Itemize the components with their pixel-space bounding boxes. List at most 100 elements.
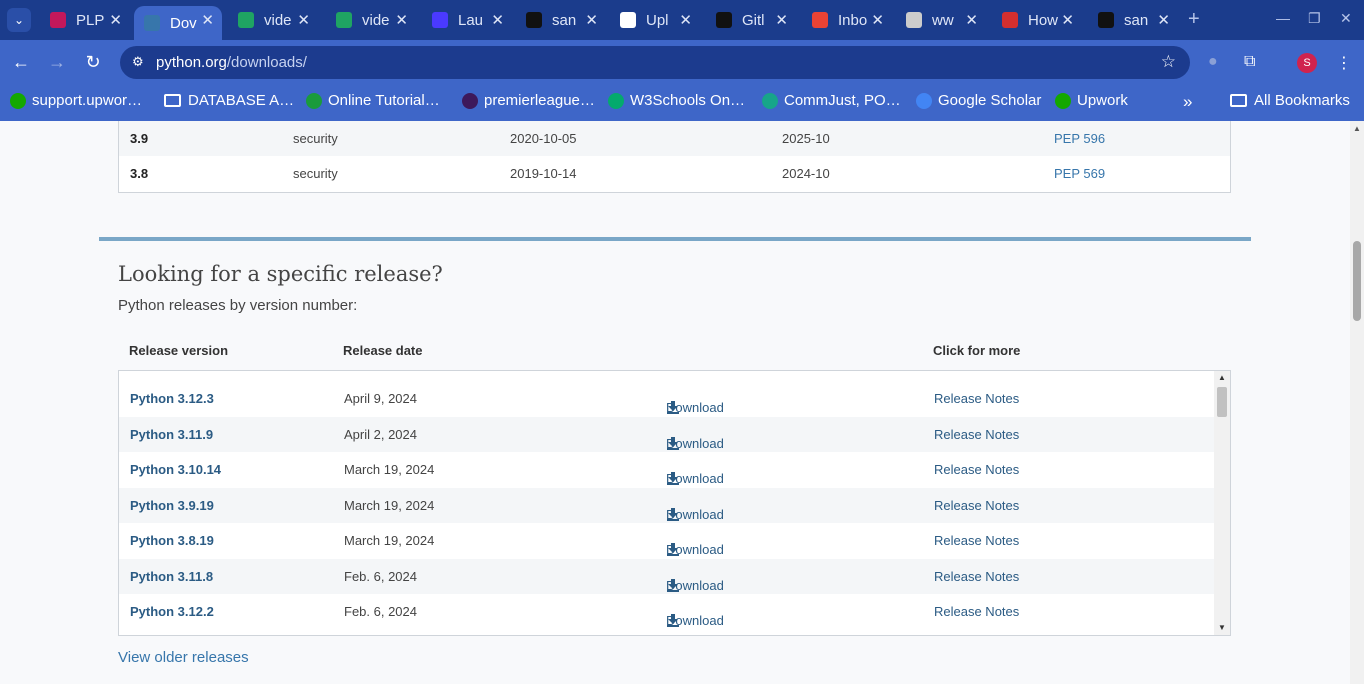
tab-close-icon[interactable]: ✕ xyxy=(109,11,122,29)
browser-tab[interactable]: san ✕ xyxy=(1088,6,1178,34)
tab-title: Upl xyxy=(646,11,669,29)
bookmark-item[interactable]: Online Tutorial… xyxy=(306,92,440,109)
profile-avatar[interactable]: S xyxy=(1297,53,1317,73)
tab-close-icon[interactable]: ✕ xyxy=(679,11,692,29)
bookmark-label: support.upwor… xyxy=(32,92,143,109)
view-older-releases-link[interactable]: View older releases xyxy=(118,649,249,666)
release-version-link[interactable]: Python 3.11.8 xyxy=(130,569,213,584)
release-date: April 9, 2024 xyxy=(344,391,417,406)
page-scrollbar[interactable]: ▲ xyxy=(1350,121,1364,684)
reload-button[interactable]: ↻ xyxy=(82,52,104,73)
release-row: Python 3.9.19 March 19, 2024 Download Relea… xyxy=(119,487,1214,523)
back-button[interactable]: ← xyxy=(10,52,32,73)
close-window-button[interactable]: ✕ xyxy=(1340,10,1352,27)
release-notes-link[interactable]: Release Notes xyxy=(934,427,1019,442)
python-versions-table: 3.9 security 2020-10-05 2025-10 PEP 596 … xyxy=(118,121,1231,193)
release-notes-link[interactable]: Release Notes xyxy=(934,391,1019,406)
bookmark-item[interactable]: CommJust, PO… xyxy=(762,92,901,109)
browser-tab[interactable]: Gitl ✕ xyxy=(706,6,796,34)
browser-tab[interactable]: vide ✕ xyxy=(228,6,318,34)
tab-close-icon[interactable]: ✕ xyxy=(871,11,884,29)
tab-close-icon[interactable]: ✕ xyxy=(491,11,504,29)
browser-tab[interactable]: ww ✕ xyxy=(896,6,986,34)
bookmark-item[interactable]: Upwork xyxy=(1055,92,1128,109)
bookmark-label: Online Tutorial… xyxy=(328,92,440,109)
extension-icon[interactable]: ● xyxy=(1208,53,1218,71)
pep-link[interactable]: PEP 596 xyxy=(1054,131,1105,146)
download-label: Download xyxy=(666,506,724,522)
folder-icon xyxy=(164,94,181,107)
release-notes-link[interactable]: Release Notes xyxy=(934,533,1019,548)
tab-close-icon[interactable]: ✕ xyxy=(1157,11,1170,29)
bookmark-item[interactable]: W3Schools On… xyxy=(608,92,745,109)
tab-close-icon[interactable]: ✕ xyxy=(1061,11,1074,29)
section-title: Looking for a specific release? xyxy=(118,262,443,286)
globe-favicon xyxy=(906,12,922,28)
bookmark-item[interactable]: DATABASE A… xyxy=(164,92,294,109)
tab-close-icon[interactable]: ✕ xyxy=(965,11,978,29)
menu-kebab-icon[interactable]: ⋮ xyxy=(1336,53,1352,73)
scroll-up-arrow-icon[interactable]: ▲ xyxy=(1218,373,1226,382)
table-row: 3.9 security 2020-10-05 2025-10 PEP 596 xyxy=(119,121,1230,156)
bookmark-item[interactable]: Google Scholar xyxy=(916,92,1041,109)
browser-tab[interactable]: san ✕ xyxy=(516,6,606,34)
tab-close-icon[interactable]: ✕ xyxy=(395,11,408,29)
new-tab-button[interactable]: + xyxy=(1188,8,1200,31)
browser-tab[interactable]: How ✕ xyxy=(992,6,1082,34)
release-notes-link[interactable]: Release Notes xyxy=(934,462,1019,477)
tab-close-icon[interactable]: ✕ xyxy=(201,11,214,29)
plp-favicon xyxy=(50,12,66,28)
release-list[interactable]: Python 3.12.3 April 9, 2024 Download Releas… xyxy=(118,370,1231,636)
release-version-link[interactable]: Python 3.9.19 xyxy=(130,498,214,513)
tab-close-icon[interactable]: ✕ xyxy=(297,11,310,29)
scroll-thumb[interactable] xyxy=(1217,387,1227,417)
tab-search-button[interactable]: ⌄ xyxy=(7,8,31,32)
tab-close-icon[interactable]: ✕ xyxy=(775,11,788,29)
release-row: Python 3.10.14 March 19, 2024 Download Rele… xyxy=(119,452,1214,487)
browser-tab[interactable]: Dov ✕ xyxy=(134,6,222,40)
tab-close-icon[interactable]: ✕ xyxy=(585,11,598,29)
forward-button[interactable]: → xyxy=(46,52,68,73)
pep-link[interactable]: PEP 569 xyxy=(1054,166,1105,181)
release-version-link[interactable]: Python 3.12.2 xyxy=(130,604,214,619)
bookmark-star-icon[interactable]: ☆ xyxy=(1161,52,1176,72)
page-scroll-thumb[interactable] xyxy=(1353,241,1361,321)
tutorial-icon xyxy=(306,92,322,109)
browser-tab[interactable]: Lau ✕ xyxy=(422,6,512,34)
release-row: Python 3.11.8 Feb. 6, 2024 Download Release… xyxy=(119,558,1214,594)
scroll-down-arrow-icon[interactable]: ▼ xyxy=(1218,623,1226,632)
release-notes-link[interactable]: Release Notes xyxy=(934,569,1019,584)
eol-cell: 2024-10 xyxy=(782,166,830,181)
tab-title: vide xyxy=(264,11,292,29)
release-version-link[interactable]: Python 3.12.3 xyxy=(130,391,214,406)
release-version-link[interactable]: Python 3.10.14 xyxy=(130,462,221,477)
address-bar[interactable]: ⚙ python.org/downloads/ ☆ xyxy=(120,46,1190,79)
extensions-puzzle-icon[interactable]: ⧉ xyxy=(1244,53,1255,71)
bookmark-item[interactable]: support.upwor… xyxy=(10,92,142,109)
release-row: Python 3.12.3 April 9, 2024 Download Releas… xyxy=(119,381,1214,416)
minimize-button[interactable]: — xyxy=(1276,10,1290,26)
tab-title: ww xyxy=(932,11,954,29)
download-label: Download xyxy=(666,613,724,628)
eol-cell: 2025-10 xyxy=(782,131,830,146)
site-info-icon[interactable]: ⚙ xyxy=(132,54,144,70)
browser-tab[interactable]: Inbo ✕ xyxy=(802,6,892,34)
browser-tab[interactable]: vide ✕ xyxy=(326,6,416,34)
browser-tab[interactable]: Upl ✕ xyxy=(610,6,700,34)
tab-title: vide xyxy=(362,11,390,29)
bookmark-item[interactable]: premierleague… xyxy=(462,92,595,109)
all-bookmarks-folder[interactable]: All Bookmarks xyxy=(1230,92,1350,109)
restore-button[interactable]: ❐ xyxy=(1308,10,1321,27)
download-label: Download xyxy=(666,400,724,415)
release-list-scrollbar[interactable]: ▲ ▼ xyxy=(1214,371,1230,635)
release-version-link[interactable]: Python 3.11.9 xyxy=(130,427,213,442)
release-notes-link[interactable]: Release Notes xyxy=(934,498,1019,513)
tab-title: How xyxy=(1028,11,1059,29)
download-label: Download xyxy=(666,577,724,593)
release-version-link[interactable]: Python 3.8.19 xyxy=(130,533,214,548)
release-date: March 19, 2024 xyxy=(344,497,435,513)
more-bookmarks-icon[interactable]: » xyxy=(1183,92,1192,112)
browser-tab[interactable]: PLP ✕ xyxy=(40,6,130,34)
scroll-up-arrow-icon[interactable]: ▲ xyxy=(1353,124,1361,133)
release-notes-link[interactable]: Release Notes xyxy=(934,604,1019,619)
